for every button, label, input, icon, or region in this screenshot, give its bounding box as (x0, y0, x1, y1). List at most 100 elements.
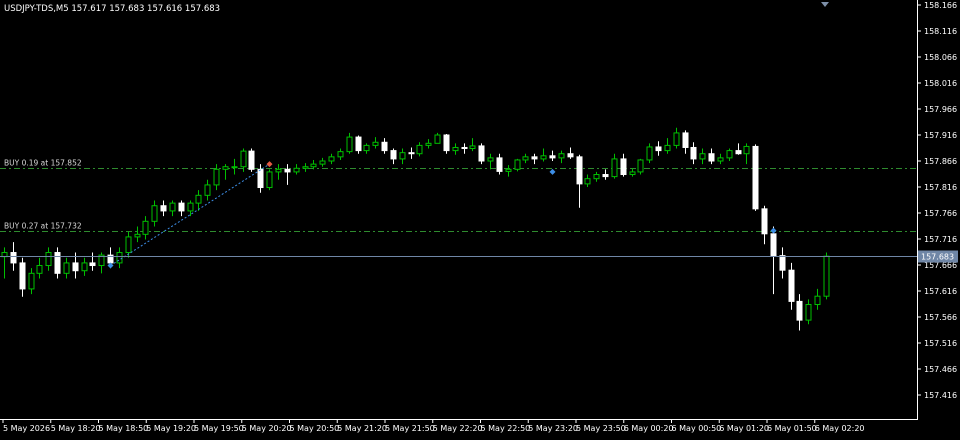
time-tick-label: 5 May 18:20 (51, 424, 101, 433)
candle (19, 257, 26, 297)
candle-body (257, 168, 264, 189)
candle-body (293, 167, 300, 173)
candle (169, 200, 176, 217)
candle-body (328, 156, 335, 162)
candle-body (443, 134, 450, 152)
candle-body (805, 304, 812, 321)
candle-body (45, 252, 52, 267)
candle-body (708, 153, 715, 162)
candle-body (646, 146, 653, 161)
candle (620, 153, 627, 177)
candle (461, 143, 468, 154)
candle-body (142, 220, 149, 235)
candle-body (81, 262, 88, 272)
candle-body (620, 158, 627, 176)
time-tick-label: 5 May 19:50 (194, 424, 244, 433)
order-lines-layer: BUY 0.19 at 157.852 BUY 0.27 at 157.732 (0, 159, 917, 232)
candle-body (36, 265, 43, 274)
candle (116, 247, 123, 269)
candle (805, 299, 812, 325)
candle (1, 247, 8, 279)
candle-body (363, 144, 370, 152)
price-tick-label: 157.766 (924, 209, 957, 218)
candle-body (275, 168, 282, 173)
candle (134, 226, 141, 243)
buy-entry-arrow-icon[interactable] (549, 168, 556, 175)
candle-body (717, 157, 724, 162)
candle-body (743, 145, 750, 155)
candle (266, 169, 273, 191)
candle (593, 171, 600, 182)
candle-body (204, 184, 211, 196)
price-tick-label: 157.516 (924, 339, 957, 348)
candle-body (478, 145, 485, 162)
candle-body (593, 174, 600, 180)
candle-body (72, 262, 79, 272)
candle-body (169, 202, 176, 212)
candle (726, 148, 733, 161)
candle (646, 143, 653, 164)
candle-body (134, 233, 141, 238)
price-tick-label: 158.166 (924, 1, 957, 10)
price-tick-label: 157.866 (924, 157, 957, 166)
candle (98, 252, 105, 274)
candle (178, 200, 185, 217)
candle-body (125, 236, 132, 254)
candle (558, 150, 565, 164)
price-tick-label: 157.416 (924, 391, 957, 400)
time-scale[interactable]: 5 May 2026 5 May 18:205 May 18:505 May 19… (2, 419, 865, 433)
buy-entry-arrow-icon[interactable] (770, 227, 777, 234)
candle-body (602, 174, 609, 178)
sell-exit-arrow-icon[interactable] (266, 161, 273, 168)
time-tick-label: 5 May 22:50 (481, 424, 531, 433)
candle (222, 164, 229, 180)
candle-body (284, 168, 291, 173)
current-price-value: 157.683 (921, 253, 954, 262)
price-scale[interactable]: 158.166 158.116 158.066 158.016 157.966 157.9… (917, 1, 957, 400)
candle (372, 137, 379, 149)
candle (204, 179, 211, 201)
candle (602, 169, 609, 180)
candle (151, 200, 158, 227)
candle (478, 143, 485, 165)
candle (355, 135, 362, 154)
price-tick-label: 157.966 (924, 105, 957, 114)
candle-body (469, 145, 476, 150)
candle (743, 143, 750, 165)
candle (788, 262, 795, 310)
candle (346, 132, 353, 154)
candle (390, 148, 397, 165)
symbol-info-label: USDJPY-TDS,M5 157.617 157.683 157.616 15… (4, 4, 220, 14)
candle (142, 216, 149, 240)
candle-body (240, 150, 247, 168)
price-tick-label: 158.066 (924, 53, 957, 62)
candle (275, 164, 282, 180)
candle (54, 247, 61, 279)
candle (399, 148, 406, 165)
time-tick-label: 5 May 19:20 (146, 424, 196, 433)
candle (796, 294, 803, 331)
candle-body (355, 136, 362, 152)
candlestick-chart[interactable]: BUY 0.19 at 157.852 BUY 0.27 at 157.732 1… (0, 0, 960, 436)
candle-body (637, 159, 644, 173)
candle-body (434, 134, 441, 144)
candle-body (514, 159, 521, 170)
candle-body (673, 132, 680, 146)
scroll-shift-marker-icon[interactable] (821, 2, 829, 7)
price-tick-label: 157.716 (924, 235, 957, 244)
chart-window[interactable]: BUY 0.19 at 157.852 BUY 0.27 at 157.732 1… (0, 0, 960, 436)
time-tick-label: 6 May 00:20 (624, 424, 674, 433)
time-tick-label: 6 May 00:50 (672, 424, 722, 433)
candle (496, 153, 503, 175)
candle (567, 147, 574, 159)
candle (425, 139, 432, 149)
candle-body (531, 156, 538, 160)
candle-body (151, 205, 158, 222)
current-price-layer: 157.683 (0, 250, 958, 263)
time-tick-label: 6 May 01:20 (719, 424, 769, 433)
candle-body (10, 252, 17, 264)
candle-body (346, 136, 353, 153)
candle-body (63, 262, 70, 274)
candle-body (699, 153, 706, 160)
candle (310, 159, 317, 170)
